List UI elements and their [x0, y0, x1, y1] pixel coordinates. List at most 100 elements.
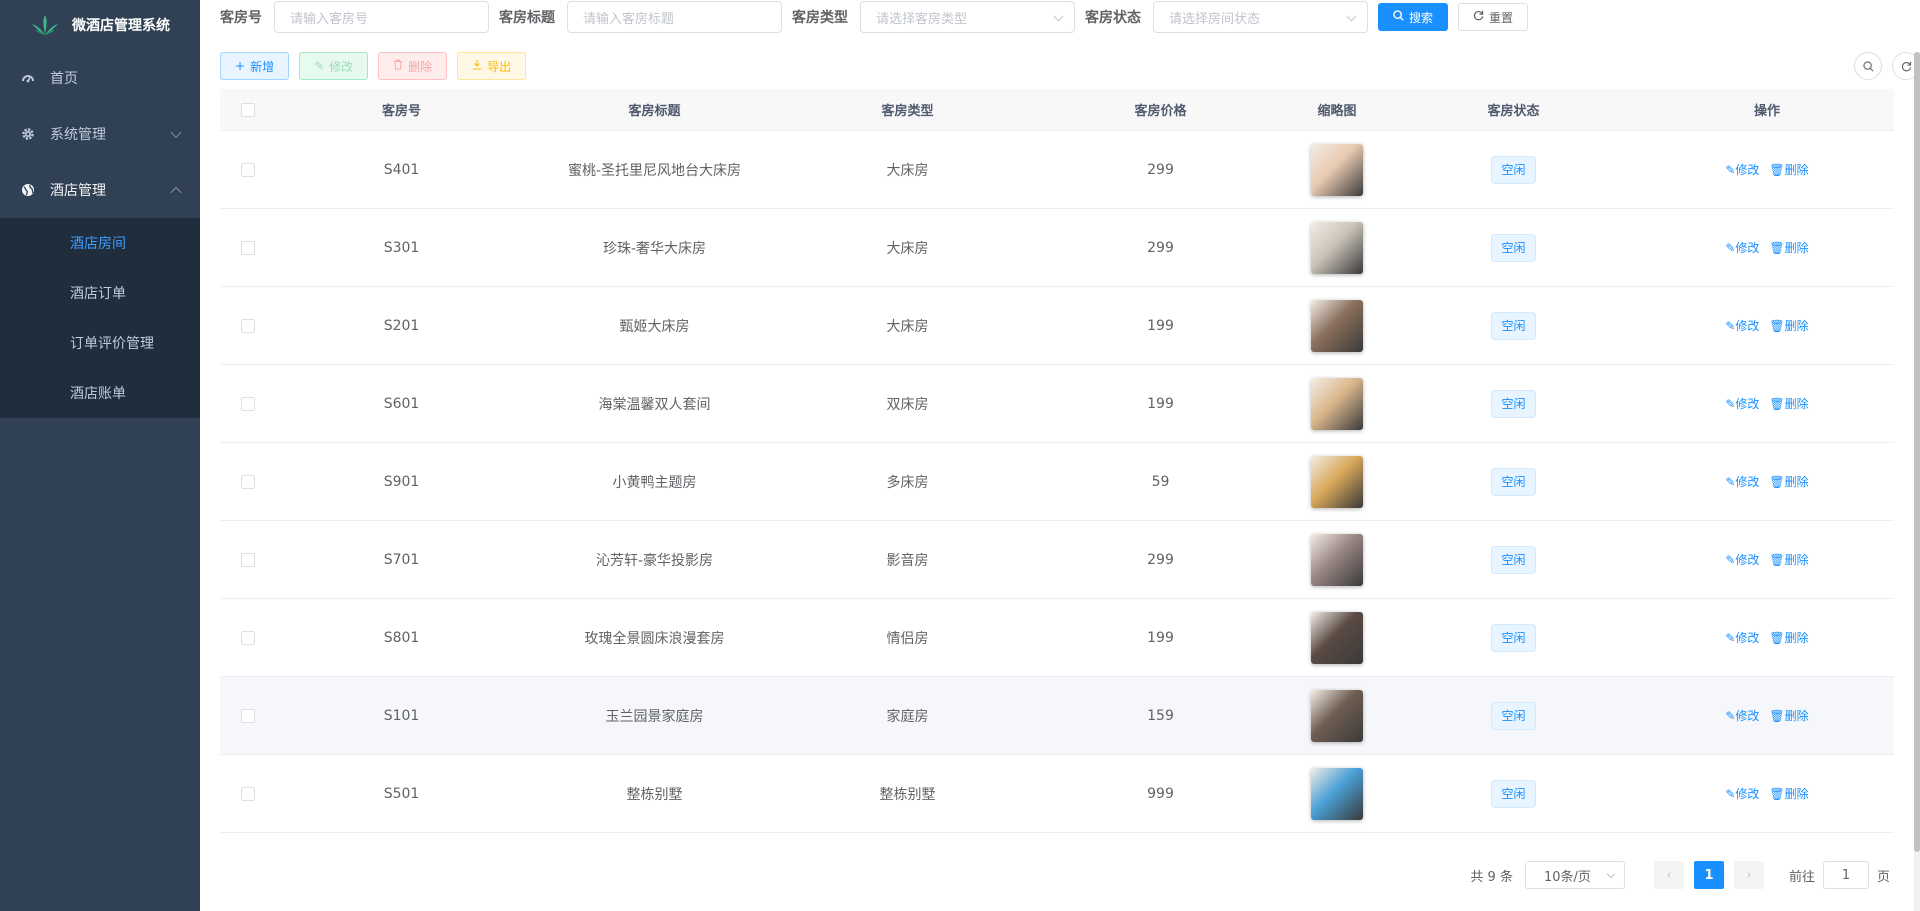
room-type-select[interactable]: 请选择客房类型 — [860, 1, 1075, 33]
cell-room-type: 多床房 — [886, 474, 929, 491]
cell-room-title: 海棠温馨双人套间 — [598, 396, 711, 413]
goto-page-input[interactable]: 1 — [1822, 861, 1869, 889]
room-thumbnail[interactable] — [1311, 221, 1363, 274]
next-page-button[interactable]: › — [1733, 861, 1764, 889]
cell-room-title: 珍珠-奢华大床房 — [602, 240, 707, 257]
header-room-type[interactable]: 客房类型 — [781, 100, 1034, 119]
search-button[interactable]: 搜索 — [1378, 3, 1449, 31]
row-checkbox[interactable] — [240, 786, 255, 801]
header-room-title[interactable]: 客房标题 — [528, 100, 781, 119]
cell-room-price: 299 — [1147, 551, 1174, 568]
room-thumbnail[interactable] — [1311, 143, 1363, 196]
room-status-select[interactable]: 请选择房间状态 — [1153, 1, 1368, 33]
table-row[interactable]: S101 玉兰园景家庭房 家庭房 159 空闲 ✎修改 🗑删除 — [220, 677, 1894, 755]
row-delete-link[interactable]: 🗑删除 — [1769, 707, 1808, 724]
row-checkbox[interactable] — [240, 396, 255, 411]
row-delete-link[interactable]: 🗑删除 — [1769, 629, 1808, 646]
delete-button[interactable]: 删除 — [378, 52, 448, 80]
sidebar-item-hotel[interactable]: 酒店管理 — [0, 162, 200, 218]
room-thumbnail[interactable] — [1311, 767, 1363, 820]
row-delete-link[interactable]: 🗑删除 — [1769, 551, 1808, 568]
edit-button[interactable]: ✎ 修改 — [299, 52, 369, 80]
edit-icon: ✎ — [1725, 631, 1736, 645]
rooms-table: 客房号 客房标题 客房类型 客房价格 缩略图 客房状态 操作 S401 蜜桃-圣… — [220, 89, 1894, 833]
row-checkbox[interactable] — [240, 240, 255, 255]
row-delete-label: 删除 — [1784, 553, 1809, 567]
chevron-up-icon — [170, 186, 182, 199]
sidebar-item-order-reviews[interactable]: 订单评价管理 — [0, 318, 200, 368]
add-button-label: 新增 — [250, 59, 275, 74]
row-edit-link[interactable]: ✎修改 — [1725, 395, 1759, 412]
room-thumbnail[interactable] — [1311, 377, 1363, 430]
room-thumbnail[interactable] — [1311, 455, 1363, 508]
row-checkbox[interactable] — [240, 630, 255, 645]
row-edit-link[interactable]: ✎修改 — [1725, 473, 1759, 490]
logo[interactable]: 微酒店管理系统 — [0, 0, 200, 50]
scrollbar-thumb[interactable] — [1914, 52, 1920, 852]
row-edit-link[interactable]: ✎修改 — [1725, 707, 1759, 724]
page-size-select[interactable]: 10条/页 — [1524, 861, 1625, 889]
status-badge: 空闲 — [1491, 389, 1536, 418]
table-row[interactable]: S201 甄姬大床房 大床房 199 空闲 ✎修改 🗑删除 — [220, 287, 1894, 365]
room-no-input[interactable]: 请输入客房号 — [274, 1, 489, 33]
edit-icon: ✎ — [1725, 709, 1736, 723]
row-delete-link[interactable]: 🗑删除 — [1769, 785, 1808, 802]
header-room-no[interactable]: 客房号 — [275, 100, 528, 119]
row-delete-link[interactable]: 🗑删除 — [1769, 161, 1808, 178]
row-edit-link[interactable]: ✎修改 — [1725, 785, 1759, 802]
total-count: 共 9 条 — [1470, 869, 1513, 885]
row-delete-link[interactable]: 🗑删除 — [1769, 395, 1808, 412]
row-checkbox[interactable] — [240, 474, 255, 489]
table-row[interactable]: S601 海棠温馨双人套间 双床房 199 空闲 ✎修改 🗑删除 — [220, 365, 1894, 443]
row-edit-link[interactable]: ✎修改 — [1725, 317, 1759, 334]
sidebar-item-hotel-orders[interactable]: 酒店订单 — [0, 268, 200, 318]
toggle-search-button[interactable] — [1854, 52, 1882, 80]
row-delete-link[interactable]: 🗑删除 — [1769, 317, 1808, 334]
table-row[interactable]: S901 小黄鸭主题房 多床房 59 空闲 ✎修改 🗑删除 — [220, 443, 1894, 521]
room-thumbnail[interactable] — [1311, 689, 1363, 742]
table-header: 客房号 客房标题 客房类型 客房价格 缩略图 客房状态 操作 — [220, 89, 1894, 131]
row-delete-label: 删除 — [1784, 631, 1809, 645]
header-thumbnail[interactable]: 缩略图 — [1287, 100, 1387, 119]
row-edit-link[interactable]: ✎修改 — [1725, 239, 1759, 256]
export-button[interactable]: 导出 — [457, 52, 527, 80]
edit-icon: ✎ — [1725, 241, 1736, 255]
room-thumbnail[interactable] — [1311, 611, 1363, 664]
status-badge: 空闲 — [1491, 155, 1536, 184]
cell-room-price: 59 — [1151, 473, 1170, 490]
sidebar-item-hotel-rooms[interactable]: 酒店房间 — [0, 218, 200, 268]
row-checkbox[interactable] — [240, 708, 255, 723]
room-thumbnail[interactable] — [1311, 299, 1363, 352]
table-body: S401 蜜桃-圣托里尼风地台大床房 大床房 299 空闲 ✎修改 🗑删除 S3… — [220, 131, 1894, 833]
row-edit-link[interactable]: ✎修改 — [1725, 629, 1759, 646]
select-all-checkbox[interactable] — [240, 102, 255, 117]
prev-page-button[interactable]: ‹ — [1653, 861, 1684, 889]
header-room-price[interactable]: 客房价格 — [1034, 100, 1287, 119]
sidebar-item-hotel-bills[interactable]: 酒店账单 — [0, 368, 200, 418]
table-row[interactable]: S401 蜜桃-圣托里尼风地台大床房 大床房 299 空闲 ✎修改 🗑删除 — [220, 131, 1894, 209]
right-toolbar — [1844, 52, 1920, 80]
reset-button[interactable]: 重置 — [1458, 3, 1529, 31]
sidebar-item-system[interactable]: 系统管理 — [0, 106, 200, 162]
table-row[interactable]: S701 沁芳轩-豪华投影房 影音房 299 空闲 ✎修改 🗑删除 — [220, 521, 1894, 599]
room-title-input[interactable]: 请输入客房标题 — [567, 1, 782, 33]
table-row[interactable]: S301 珍珠-奢华大床房 大床房 299 空闲 ✎修改 🗑删除 — [220, 209, 1894, 287]
row-delete-link[interactable]: 🗑删除 — [1769, 239, 1808, 256]
add-button[interactable]: + 新增 — [220, 52, 290, 80]
sidebar-item-home[interactable]: 首页 — [0, 50, 200, 106]
row-delete-link[interactable]: 🗑删除 — [1769, 473, 1808, 490]
row-checkbox[interactable] — [240, 162, 255, 177]
status-badge: 空闲 — [1491, 545, 1536, 574]
room-thumbnail[interactable] — [1311, 533, 1363, 586]
row-edit-link[interactable]: ✎修改 — [1725, 551, 1759, 568]
row-checkbox[interactable] — [240, 318, 255, 333]
row-checkbox[interactable] — [240, 552, 255, 567]
page-number[interactable]: 1 — [1693, 861, 1724, 889]
row-edit-link[interactable]: ✎修改 — [1725, 161, 1759, 178]
status-badge: 空闲 — [1491, 779, 1536, 808]
table-row[interactable]: S801 玫瑰全景圆床浪漫套房 情侣房 199 空闲 ✎修改 🗑删除 — [220, 599, 1894, 677]
header-room-status[interactable]: 客房状态 — [1387, 100, 1640, 119]
cell-room-no: S701 — [383, 551, 420, 568]
trash-icon: 🗑 — [1769, 631, 1785, 645]
table-row[interactable]: S501 整栋别墅 整栋别墅 999 空闲 ✎修改 🗑删除 — [220, 755, 1894, 833]
